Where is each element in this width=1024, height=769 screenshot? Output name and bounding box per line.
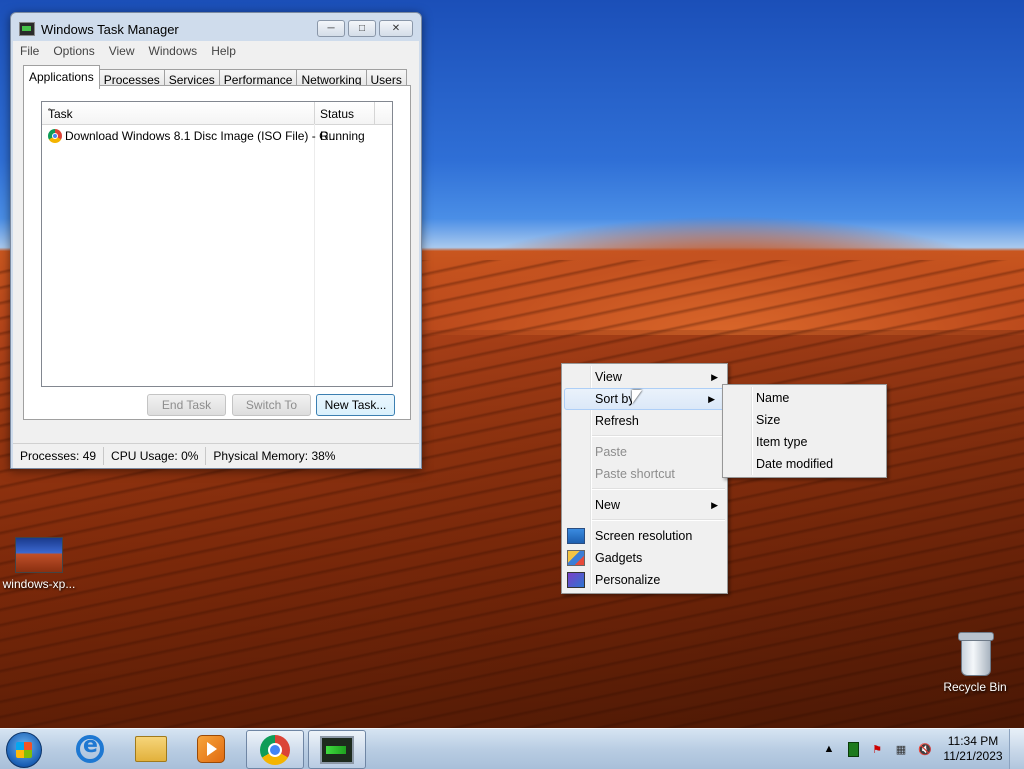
maximize-button[interactable]: □ <box>348 20 376 37</box>
task-name: Download Windows 8.1 Disc Image (ISO Fil… <box>65 129 339 143</box>
menu-separator <box>592 519 725 521</box>
task-cell: Download Windows 8.1 Disc Image (ISO Fil… <box>48 129 338 143</box>
menu-item-personalize[interactable]: Personalize <box>562 569 727 591</box>
taskbar: ▲ ⚑ ▦ 🔇 11:34 PM 11/21/2023 <box>0 728 1024 769</box>
menu-item-paste[interactable]: Paste <box>562 441 727 463</box>
show-hidden-icons-icon[interactable]: ▲ <box>821 741 837 757</box>
chrome-icon <box>48 129 62 143</box>
menu-item-sort-by[interactable]: Sort by ▶ <box>564 388 725 410</box>
menu-separator <box>592 488 725 490</box>
clock-date: 11/21/2023 <box>943 749 1003 763</box>
tab-applications[interactable]: Applications <box>23 65 100 89</box>
desktop-icon-windows-xp[interactable]: windows-xp... <box>2 537 76 591</box>
menu-item-gadgets[interactable]: Gadgets <box>562 547 727 569</box>
task-manager-icon <box>320 735 354 764</box>
submenu-arrow-icon: ▶ <box>711 372 718 382</box>
menu-windows[interactable]: Windows <box>142 44 205 58</box>
tray-app-icon[interactable] <box>845 741 861 757</box>
sort-by-size[interactable]: Size <box>723 409 886 431</box>
new-task-button[interactable]: New Task... <box>316 394 395 416</box>
status-bar: Processes: 49 CPU Usage: 0% Physical Mem… <box>13 443 419 468</box>
menu-item-refresh[interactable]: Refresh <box>562 410 727 432</box>
chrome-icon <box>260 734 290 765</box>
clock-time: 11:34 PM <box>947 734 999 748</box>
task-manager-icon <box>19 22 35 36</box>
taskbar-task-manager[interactable] <box>308 730 366 769</box>
action-center-flag-icon[interactable]: ⚑ <box>869 741 885 757</box>
window-title: Windows Task Manager <box>41 21 179 37</box>
network-icon[interactable]: ▦ <box>893 741 909 757</box>
table-row[interactable]: Download Windows 8.1 Disc Image (ISO Fil… <box>42 126 392 146</box>
column-header-task[interactable]: ˆ Task <box>42 102 315 124</box>
explorer-folder-icon <box>135 735 167 762</box>
taskbar-explorer[interactable] <box>123 730 179 767</box>
mouse-cursor-icon <box>632 390 642 404</box>
desktop-icon-recycle-bin[interactable]: Recycle Bin <box>942 632 1008 694</box>
show-desktop-button[interactable] <box>1009 729 1024 769</box>
desktop-context-menu: View ▶ Sort by ▶ Refresh Paste Paste short… <box>561 363 728 594</box>
menu-view[interactable]: View <box>102 44 142 58</box>
sort-by-name[interactable]: Name <box>723 387 886 409</box>
physical-memory: Physical Memory: 38% <box>213 449 336 463</box>
sort-by-date-modified[interactable]: Date modified <box>723 453 886 475</box>
menu-item-screen-resolution[interactable]: Screen resolution <box>562 525 727 547</box>
internet-explorer-icon <box>76 733 104 763</box>
submenu-arrow-icon: ▶ <box>708 394 715 404</box>
menu-item-view[interactable]: View ▶ <box>562 366 727 388</box>
column-divider <box>314 124 315 386</box>
media-player-icon <box>197 734 225 763</box>
sort-by-submenu: Name Size Item type Date modified <box>722 384 887 478</box>
taskbar-chrome[interactable] <box>246 730 304 769</box>
cpu-usage: CPU Usage: 0% <box>104 447 207 465</box>
desktop-icon-label: Recycle Bin <box>943 680 1007 694</box>
end-task-button[interactable]: End Task <box>147 394 226 416</box>
clock[interactable]: 11:34 PM 11/21/2023 <box>937 734 1009 764</box>
taskbar-media-player[interactable] <box>183 730 239 767</box>
applications-panel: ˆ Task Status Download Windows 8.1 Disc … <box>23 85 411 420</box>
recycle-bin-icon <box>958 632 994 676</box>
menu-separator <box>592 435 725 437</box>
minimize-button[interactable]: ─ <box>317 20 345 37</box>
task-manager-window[interactable]: Windows Task Manager ─ □ ✕ File Options … <box>10 12 422 469</box>
menu-options[interactable]: Options <box>46 44 101 58</box>
switch-to-button[interactable]: Switch To <box>232 394 311 416</box>
desktop-icon-label: windows-xp... <box>2 577 76 591</box>
personalize-icon <box>567 572 585 588</box>
menu-file[interactable]: File <box>13 44 46 58</box>
menu-bar: File Options View Windows Help <box>13 41 419 61</box>
screen-resolution-icon <box>567 528 585 544</box>
menu-help[interactable]: Help <box>204 44 243 58</box>
column-header-status[interactable]: Status <box>314 102 375 124</box>
window-titlebar[interactable]: Windows Task Manager <box>19 19 179 39</box>
start-button[interactable] <box>6 732 42 768</box>
window-controls: ─ □ ✕ <box>317 20 413 37</box>
image-thumbnail-icon <box>15 537 63 573</box>
processes-count: Processes: 49 <box>13 447 105 465</box>
system-tray: ▲ ⚑ ▦ 🔇 11:34 PM 11/21/2023 <box>817 729 1024 769</box>
task-list[interactable]: ˆ Task Status Download Windows 8.1 Disc … <box>41 101 393 387</box>
menu-item-new[interactable]: New ▶ <box>562 494 727 516</box>
close-button[interactable]: ✕ <box>379 20 413 37</box>
submenu-arrow-icon: ▶ <box>711 500 718 510</box>
task-status: Running <box>320 129 365 143</box>
list-header: ˆ Task Status <box>42 102 392 125</box>
taskbar-internet-explorer[interactable] <box>62 730 118 767</box>
volume-muted-icon[interactable]: 🔇 <box>917 741 933 757</box>
gadgets-icon <box>567 550 585 566</box>
task-manager-body: Applications Processes Services Performa… <box>13 60 419 468</box>
sort-by-item-type[interactable]: Item type <box>723 431 886 453</box>
menu-item-paste-shortcut[interactable]: Paste shortcut <box>562 463 727 485</box>
